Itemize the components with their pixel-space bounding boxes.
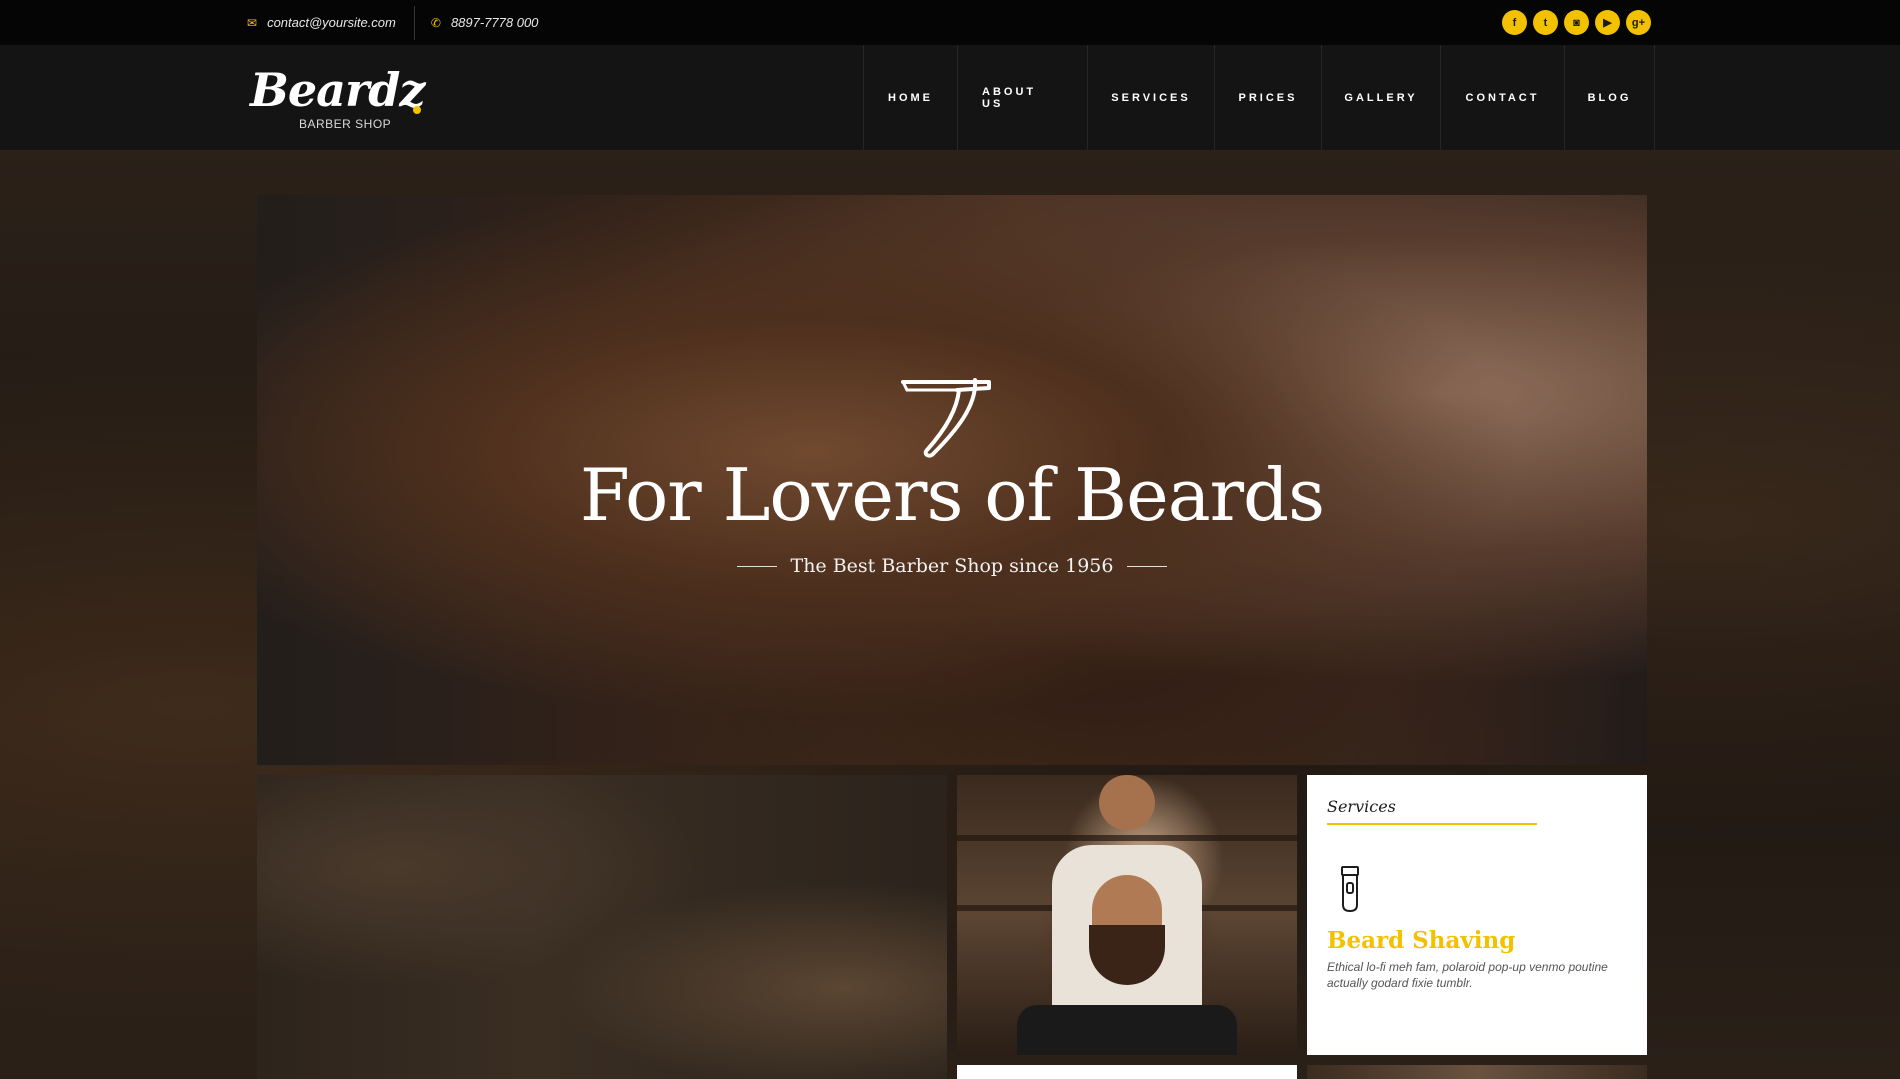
top-bar: ✉ contact@yoursite.com ✆ 8897-7778 000 f… — [0, 0, 1900, 45]
barber-cape — [1017, 1005, 1237, 1055]
nav-item-prices[interactable]: PRICES — [1215, 45, 1322, 150]
nav-item-contact[interactable]: CONTACT — [1441, 45, 1565, 150]
trimmer-icon — [1341, 866, 1359, 913]
phone-icon: ✆ — [430, 15, 441, 30]
phone-text: 8897-7778 000 — [450, 15, 539, 30]
nav-item-gallery[interactable]: GALLERY — [1322, 45, 1441, 150]
hero-subtitle: The Best Barber Shop since 1956 — [790, 555, 1114, 577]
logo-subtitle: BARBER SHOP — [299, 117, 392, 131]
gallery-tile-next[interactable] — [957, 1065, 1297, 1079]
youtube-icon[interactable]: ▶ — [1595, 10, 1620, 35]
gallery-tile-barber[interactable] — [957, 775, 1297, 1055]
hero-subtitle-row: The Best Barber Shop since 1956 — [257, 555, 1647, 577]
site-header: Beardz BARBER SHOP HOME ABOUT US SERVICE… — [0, 45, 1900, 150]
divider-line — [736, 565, 777, 567]
logo-wordmark: Beardz — [250, 63, 425, 117]
razor-icon — [901, 378, 991, 458]
divider-line — [1127, 565, 1168, 567]
main-nav: HOME ABOUT US SERVICES PRICES GALLERY CO… — [863, 45, 1655, 150]
nav-item-services[interactable]: SERVICES — [1088, 45, 1215, 150]
services-rule — [1327, 823, 1537, 825]
service-description: Ethical lo-fi meh fam, polaroid pop-up v… — [1327, 960, 1608, 990]
gallery-tile-next[interactable] — [1307, 1065, 1647, 1079]
phone-link[interactable]: ✆ 8897-7778 000 — [413, 5, 557, 40]
hero-title: For Lovers of Beards — [579, 453, 1325, 537]
envelope-icon: ✉ — [247, 15, 258, 30]
google-plus-icon[interactable]: g+ — [1626, 10, 1651, 35]
facebook-icon[interactable]: f — [1502, 10, 1527, 35]
logo[interactable]: Beardz BARBER SHOP — [250, 63, 430, 143]
hero-banner: For Lovers of Beards The Best Barber Sho… — [257, 195, 1647, 765]
nav-item-blog[interactable]: BLOG — [1565, 45, 1655, 150]
barber-head — [1099, 775, 1155, 830]
services-heading: Services — [1327, 797, 1396, 816]
gallery-tile-barbershop[interactable] — [257, 775, 947, 1079]
logo-dot — [413, 106, 421, 114]
instagram-icon[interactable]: ◙ — [1564, 10, 1589, 35]
email-link[interactable]: ✉ contact@yoursite.com — [247, 6, 414, 40]
shelf — [957, 835, 1297, 841]
services-card: Services Beard Shaving Ethical lo-fi meh… — [1307, 775, 1647, 1055]
social-links: f t ◙ ▶ g+ — [1502, 10, 1651, 35]
nav-item-about-us[interactable]: ABOUT US — [958, 45, 1088, 150]
twitter-icon[interactable]: t — [1533, 10, 1558, 35]
nav-item-home[interactable]: HOME — [864, 45, 958, 150]
contact-info: ✉ contact@yoursite.com ✆ 8897-7778 000 — [247, 0, 556, 45]
email-text: contact@yoursite.com — [267, 15, 396, 30]
service-title[interactable]: Beard Shaving — [1327, 927, 1515, 954]
